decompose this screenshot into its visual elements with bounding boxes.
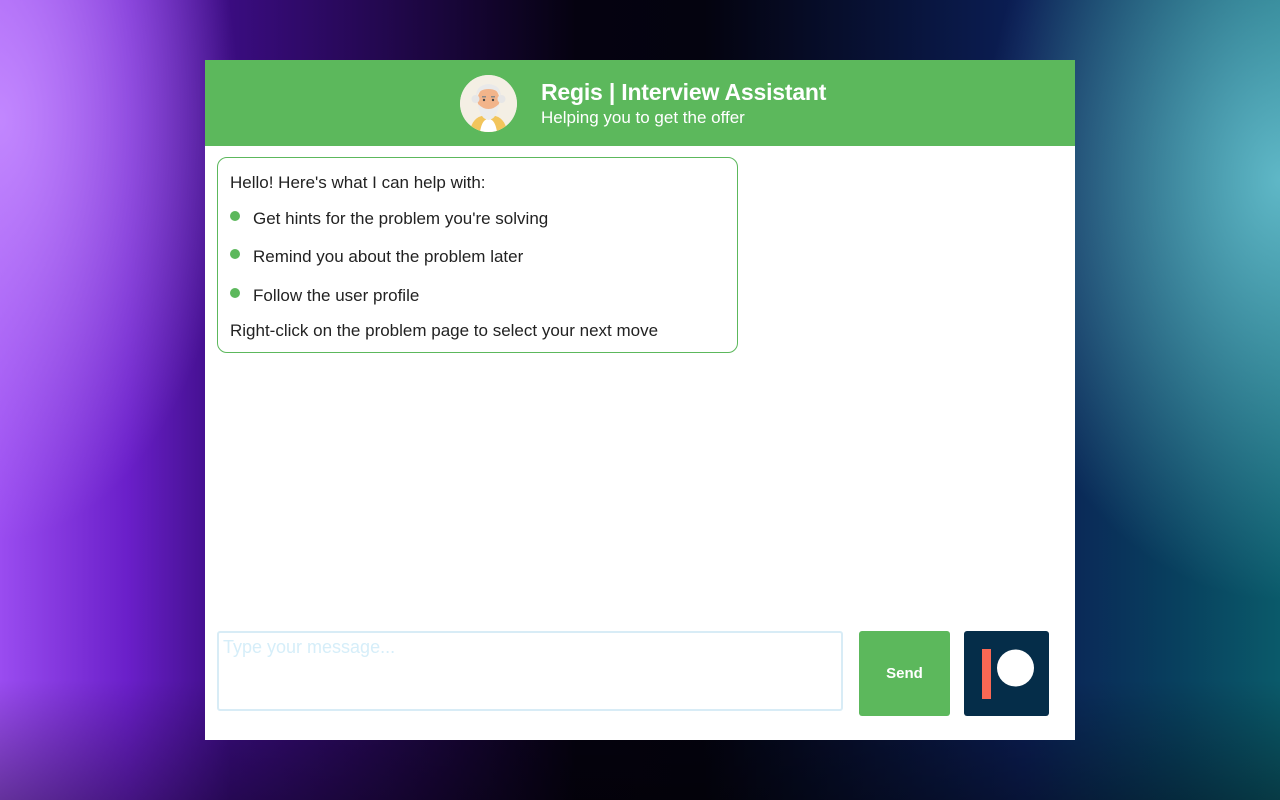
list-item: Follow the user profile xyxy=(230,286,419,306)
message-greeting: Hello! Here's what I can help with: xyxy=(230,173,486,192)
send-button[interactable]: Send xyxy=(859,631,950,716)
bullet-dot-icon xyxy=(230,249,240,259)
app-title: Regis | Interview Assistant xyxy=(541,79,827,105)
list-item-label: Remind you about the problem later xyxy=(253,247,524,266)
list-item-label: Follow the user profile xyxy=(253,286,420,305)
header-bar: Regis | Interview Assistant Helping you … xyxy=(205,60,1075,146)
list-item: Remind you about the problem later xyxy=(230,247,523,267)
bullet-dot-icon xyxy=(230,211,240,221)
chat-panel: Regis | Interview Assistant Helping you … xyxy=(205,60,1075,740)
assistant-message-bubble: Hello! Here's what I can help with: Get … xyxy=(217,157,738,353)
patreon-icon xyxy=(982,649,1034,699)
app-subtitle: Helping you to get the offer xyxy=(541,108,745,127)
old-man-avatar-icon xyxy=(460,75,517,132)
bullet-dot-icon xyxy=(230,288,240,298)
list-item: Get hints for the problem you're solving xyxy=(230,209,548,229)
message-input[interactable] xyxy=(217,631,843,711)
message-footer: Right-click on the problem page to selec… xyxy=(230,321,659,340)
patreon-button[interactable] xyxy=(964,631,1049,716)
list-item-label: Get hints for the problem you're solving xyxy=(253,209,549,228)
